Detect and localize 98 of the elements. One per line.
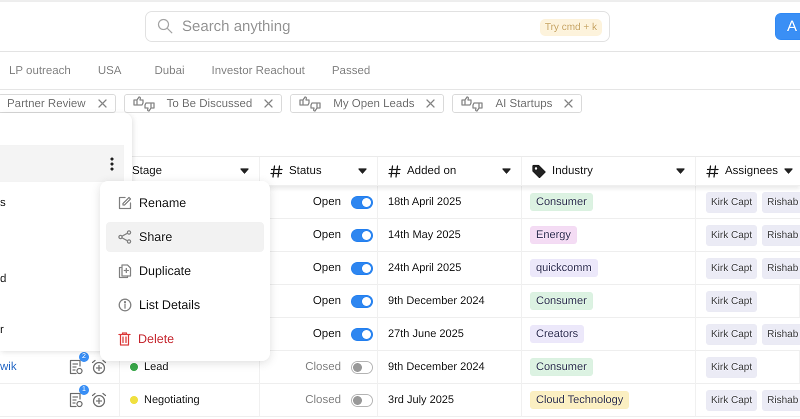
date-text: 14th May 2025 (388, 229, 461, 241)
close-icon[interactable] (264, 99, 274, 108)
assignee-tag: Rishab (762, 258, 800, 278)
column-header: Added on (407, 165, 458, 177)
status-label: Open (312, 262, 341, 274)
status-label: Open (312, 328, 341, 340)
date-text: 24th April 2025 (388, 262, 462, 274)
caret-icon[interactable] (784, 168, 794, 174)
list-item-label: r (0, 324, 4, 336)
chip-label: AI Startups (495, 98, 552, 110)
assignee-tag: Rishab (762, 390, 800, 410)
info-icon (118, 298, 132, 312)
caret-icon[interactable] (358, 168, 367, 174)
assignee-tag: Kirk Capt (706, 258, 758, 278)
column-header: Industry (552, 165, 594, 177)
status-label: Open (312, 196, 341, 208)
view-tab[interactable]: Passed (332, 64, 370, 76)
hash-icon (270, 164, 283, 178)
duplicate-icon (118, 264, 132, 278)
thumbs-icon (461, 96, 484, 112)
assignee-tag: Kirk Capt (706, 324, 758, 344)
trash-icon (118, 332, 131, 346)
industry-tag: Consumer (530, 358, 593, 376)
notes-icon[interactable] (69, 359, 83, 375)
column-header: Stage (132, 165, 164, 177)
hash-icon (388, 164, 401, 178)
close-icon[interactable] (426, 99, 436, 108)
menu-item[interactable]: Delete (106, 324, 264, 354)
status-toggle[interactable] (351, 294, 373, 308)
alarm-plus-icon[interactable] (91, 359, 107, 375)
search-icon (157, 18, 173, 34)
menu-item[interactable]: Duplicate (106, 256, 264, 286)
assignee-tag: Kirk Capt (706, 356, 758, 378)
menu-item[interactable]: List Details (106, 290, 264, 320)
assignee-tag: Kirk Capt (706, 390, 758, 410)
kebab-menu-icon[interactable] (110, 156, 114, 170)
saved-view-chip[interactable]: Partner Review (0, 94, 116, 113)
menu-item[interactable]: Share (106, 222, 264, 252)
shortcut-hint: Try cmd + k (540, 19, 602, 36)
assignee-tag: Rishab (762, 324, 800, 344)
share-icon (118, 230, 132, 244)
saved-view-chip[interactable]: To Be Discussed (124, 94, 282, 113)
industry-tag: Consumer (530, 193, 593, 211)
assignee-tag: Rishab (762, 224, 800, 246)
stage-label: Lead (144, 361, 168, 373)
notes-icon[interactable] (69, 392, 83, 408)
stage-label: Negotiating (144, 394, 200, 406)
chip-label: My Open Leads (333, 98, 414, 110)
chip-label: To Be Discussed (166, 98, 252, 110)
industry-tag: Creators (530, 325, 584, 343)
assignee-tag: Kirk Capt (706, 192, 758, 212)
status-label: Closed (305, 361, 341, 373)
status-toggle[interactable] (351, 394, 373, 406)
chip-label: Partner Review (7, 98, 86, 110)
close-icon[interactable] (98, 99, 107, 108)
add-button[interactable]: A (775, 13, 800, 40)
saved-view-chip[interactable]: My Open Leads (290, 94, 444, 113)
view-tab[interactable]: Dubai (154, 64, 185, 76)
date-text: 9th December 2024 (388, 361, 485, 373)
industry-tag: quickcomm (530, 259, 598, 277)
view-tab[interactable]: LP outreach (9, 64, 71, 76)
status-label: Open (312, 295, 341, 307)
list-item-label: d (0, 272, 6, 284)
assignee-tag: Kirk Capt (706, 290, 758, 312)
caret-icon[interactable] (676, 168, 685, 174)
date-text: 3rd July 2025 (388, 394, 454, 406)
status-toggle[interactable] (351, 262, 373, 274)
column-header: Status (289, 165, 323, 177)
thumbs-icon (299, 96, 322, 112)
industry-tag: Energy (530, 226, 577, 244)
assignee-tag: Rishab (762, 192, 800, 212)
edit-icon (118, 196, 132, 210)
status-toggle[interactable] (351, 228, 373, 242)
date-text: 18th April 2025 (388, 196, 462, 208)
close-icon[interactable] (564, 99, 574, 108)
status-toggle[interactable] (351, 328, 373, 340)
menu-item[interactable]: Rename (106, 188, 264, 218)
industry-tag: Consumer (530, 292, 593, 310)
thumbs-icon (132, 96, 155, 112)
hash-icon (706, 164, 719, 178)
caret-icon[interactable] (240, 168, 249, 174)
industry-tag: Cloud Technology (530, 391, 630, 409)
status-label: Closed (305, 394, 341, 406)
status-toggle[interactable] (351, 196, 373, 208)
assignee-tag: Kirk Capt (706, 224, 758, 246)
saved-view-chip[interactable]: AI Startups (452, 94, 582, 113)
view-tab[interactable]: Investor Reachout (212, 64, 305, 76)
company-link[interactable]: wik (0, 361, 17, 373)
list-item-label: s (0, 196, 6, 208)
date-text: 27th June 2025 (388, 328, 464, 340)
tag-icon (532, 164, 546, 178)
alarm-plus-icon[interactable] (91, 392, 107, 408)
view-tab[interactable]: USA (98, 64, 122, 76)
date-text: 9th December 2024 (388, 295, 485, 307)
status-toggle[interactable] (351, 360, 373, 374)
caret-icon[interactable] (502, 168, 511, 174)
column-header: Assignees (725, 165, 778, 177)
status-label: Open (312, 229, 341, 241)
